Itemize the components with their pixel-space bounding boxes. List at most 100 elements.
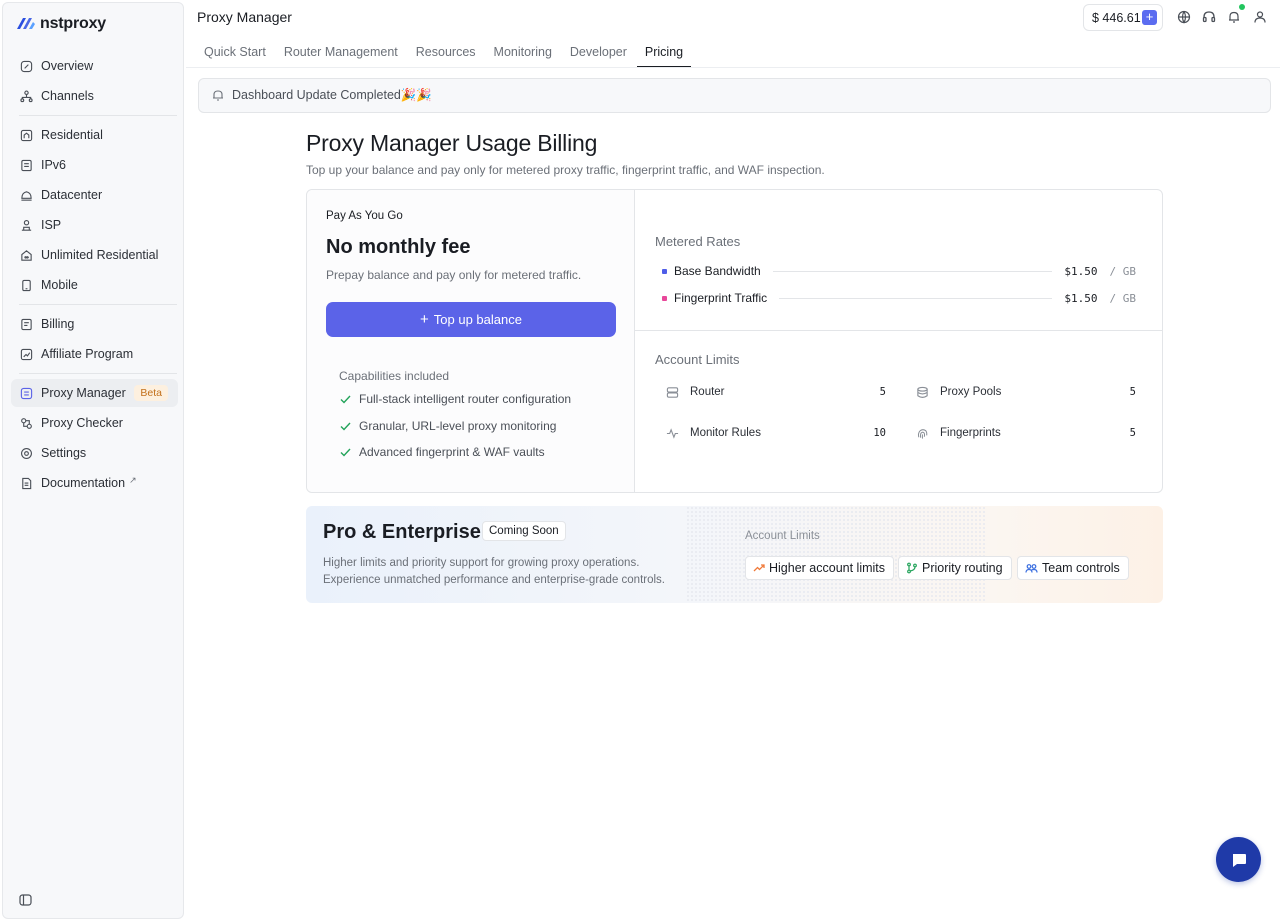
server-icon [21, 159, 32, 171]
tab-router-management[interactable]: Router Management [276, 36, 406, 68]
limit-value: 10 [873, 427, 886, 439]
chat-icon [1232, 853, 1246, 867]
dot-pattern [686, 506, 986, 603]
isp-icon [21, 219, 32, 231]
router-icon [666, 386, 679, 398]
gauge-icon [20, 60, 33, 72]
sidebar-item-label: IPv6 [41, 158, 67, 172]
pro-description-line: Experience unmatched performance and ent… [323, 574, 665, 586]
top-up-label: Top up balance [433, 312, 522, 327]
nstproxy-logo-icon [17, 18, 35, 29]
sidebar-item-isp[interactable]: ISP [11, 211, 178, 239]
sidebar-item-settings[interactable]: Settings [11, 439, 178, 467]
sidebar-item-proxy-checker[interactable]: Proxy Checker [11, 409, 178, 437]
headset-icon[interactable] [1202, 10, 1216, 24]
user-icon[interactable] [1253, 10, 1267, 24]
plan-headline: No monthly fee [326, 236, 471, 258]
capability-text: Granular, URL-level proxy monitoring [359, 419, 557, 433]
billing-icon [21, 318, 32, 330]
beta-badge: Beta [134, 385, 168, 401]
page-header-title: Proxy Manager [197, 9, 292, 25]
database-icon [917, 386, 928, 398]
sidebar-item-proxy-manager[interactable]: Proxy Manager Beta [11, 379, 178, 407]
pro-title: Pro & Enterprise [323, 521, 481, 543]
git-branch-icon [907, 562, 917, 574]
sidebar-item-unlimited-residential[interactable]: Unlimited Residential [11, 241, 178, 269]
header-divider [186, 67, 1280, 68]
plan-panel: Pay As You Go No monthly fee Prepay bala… [307, 190, 635, 492]
sidebar-item-affiliate-program[interactable]: Affiliate Program [11, 340, 178, 368]
sidebar-item-documentation[interactable]: Documentation ↗ [11, 469, 178, 497]
brand-logo[interactable]: nstproxy [16, 13, 106, 35]
sidebar-item-overview[interactable]: Overview [11, 52, 178, 80]
update-banner: Dashboard Update Completed🎉🎉 [198, 78, 1271, 113]
limit-value: 5 [879, 386, 886, 398]
sidebar-divider [19, 115, 177, 116]
balance-widget[interactable]: $ 446.61 + [1083, 4, 1163, 31]
plan-description: Prepay balance and pay only for metered … [326, 268, 582, 282]
gear-icon [21, 447, 32, 459]
rate-unit: / GB [1109, 291, 1137, 305]
tab-monitoring[interactable]: Monitoring [486, 36, 560, 68]
page-title: Proxy Manager Usage Billing [306, 130, 598, 156]
rate-name: Base Bandwidth [674, 264, 761, 278]
pro-enterprise-card: Pro & Enterprise Coming Soon Higher limi… [306, 506, 1163, 603]
tab-developer[interactable]: Developer [562, 36, 635, 68]
sidebar-collapse-icon[interactable] [19, 894, 32, 906]
check-icon [340, 448, 351, 457]
document-icon [22, 477, 32, 489]
sidebar-item-label: Billing [41, 317, 75, 331]
plus-icon: + [420, 311, 429, 328]
sidebar-item-label: Documentation [41, 476, 126, 490]
top-up-balance-button[interactable]: + Top up balance [326, 302, 616, 337]
sidebar-divider [19, 304, 177, 305]
proxy-manager-icon [20, 387, 33, 399]
fingerprint-icon [917, 428, 928, 439]
metered-rates-title: Metered Rates [655, 234, 741, 249]
infinity-home-icon [21, 249, 32, 261]
tab-resources[interactable]: Resources [408, 36, 484, 68]
tab-bar: Quick Start Router Management Resources … [196, 36, 693, 68]
chip-priority-routing[interactable]: Priority routing [898, 556, 1012, 580]
sidebar-item-label: Overview [41, 59, 94, 73]
sidebar-item-ipv6[interactable]: IPv6 [11, 151, 178, 179]
sidebar-item-channels[interactable]: Channels [11, 82, 178, 110]
series-dot [662, 268, 667, 274]
sidebar-item-label: ISP [41, 218, 62, 232]
limit-proxy-pools: Proxy Pools 5 [912, 382, 1136, 402]
chat-support-button[interactable] [1216, 837, 1261, 882]
limit-name: Proxy Pools [940, 386, 1002, 398]
sidebar-item-mobile[interactable]: Mobile [11, 271, 178, 299]
sidebar-item-datacenter[interactable]: Datacenter [11, 181, 178, 209]
sidebar-item-label: Unlimited Residential [41, 248, 159, 262]
rate-leader-line [772, 270, 1053, 272]
sidebar-item-label: Channels [41, 89, 94, 103]
notification-dot [1239, 4, 1245, 10]
chip-label: Higher account limits [769, 561, 886, 575]
sidebar-item-label: Affiliate Program [41, 347, 134, 361]
sidebar-item-label: Residential [41, 128, 103, 142]
sidebar-item-label: Datacenter [41, 188, 103, 202]
globe-icon[interactable] [1177, 10, 1191, 24]
capabilities-title: Capabilities included [339, 369, 450, 383]
plan-label: Pay As You Go [326, 210, 403, 222]
rate-row-base-bandwidth: Base Bandwidth $1.50 / GB [662, 263, 1136, 279]
tab-quick-start[interactable]: Quick Start [196, 36, 274, 68]
checker-icon [21, 417, 32, 429]
rate-name: Fingerprint Traffic [674, 291, 768, 305]
tab-pricing[interactable]: Pricing [636, 36, 692, 68]
rate-leader-line [779, 297, 1053, 299]
sidebar-item-billing[interactable]: Billing [11, 310, 178, 338]
add-funds-button[interactable]: + [1142, 10, 1157, 25]
billing-card: Pay As You Go No monthly fee Prepay bala… [306, 189, 1163, 493]
app-frame: nstproxy Overview Channels Residential I… [0, 0, 1280, 923]
balance-value: $ 446.61 [1092, 10, 1141, 25]
chip-label: Priority routing [922, 561, 1003, 575]
bell-icon[interactable] [1227, 10, 1241, 24]
rate-price: $1.50 [1064, 264, 1098, 278]
limit-fingerprints: Fingerprints 5 [912, 423, 1136, 443]
chip-team-controls[interactable]: Team controls [1017, 556, 1129, 580]
sidebar-item-residential[interactable]: Residential [11, 121, 178, 149]
chip-higher-account-limits[interactable]: Higher account limits [745, 556, 895, 580]
network-icon [20, 90, 33, 102]
